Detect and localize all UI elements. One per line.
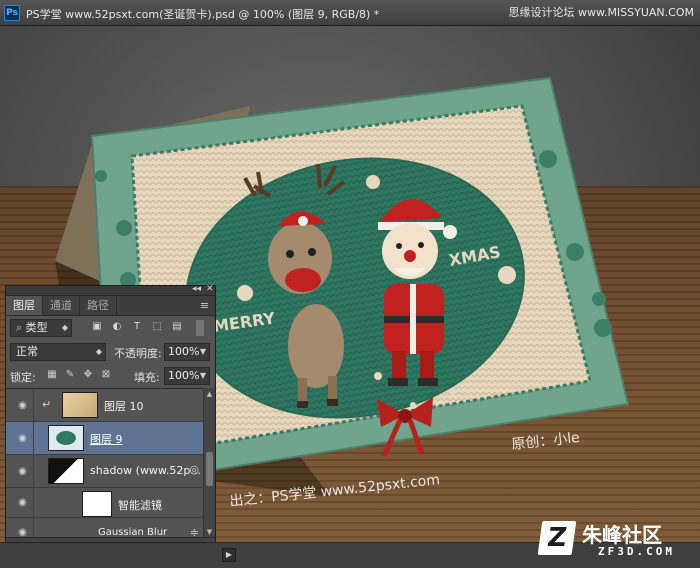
fill-input[interactable]: 100% ▼ [164,367,210,385]
scroll-up-icon[interactable]: ▲ [204,390,215,398]
blend-opacity-row: 正常 ◆ 不透明度: 100% ▼ [6,340,215,364]
opacity-label: 不透明度: [114,347,162,360]
document-title-bar: Ps PS学堂 www.52psxt.com(圣诞贺卡).psd @ 100% … [0,0,700,26]
layer-name: shadow (www.52p... [90,464,201,477]
filter-kind-label: 类型 [25,321,48,334]
fill-label: 填充: [134,371,160,384]
opacity-input[interactable]: 100% ▼ [164,343,210,361]
visibility-eye-icon[interactable]: ◉ [12,488,34,517]
gaussian-blur-row[interactable]: ◉ Gaussian Blur ≑ [6,518,205,538]
shape-filter-icon[interactable]: ⬚ [150,320,164,334]
author-watermark: 原创：小le [511,430,581,453]
filter-row: ⌕ 类型 ◆ ▣ ◐ T ⬚ ▤ [6,316,215,340]
tab-channels[interactable]: 通道 [43,296,80,315]
panel-header-bar: ◂◂ ✕ [6,284,215,296]
visibility-eye-icon[interactable]: ◉ [12,422,34,454]
layer-list: ◉ ↵ 图层 10 ◉ 图层 9 ◉ shadow (www.52p... ◎ … [6,388,205,538]
panel-menu-icon[interactable]: ≡ [200,299,209,312]
zf3d-brand-logo: Z 朱峰社区 ZF3D.COM [537,517,690,563]
tab-layers[interactable]: 图层 [6,296,43,315]
scroll-down-icon[interactable]: ▼ [204,528,215,536]
filter-mask-thumbnail [82,491,112,517]
zf-logo-icon: Z [537,521,577,555]
layers-panel: ◂◂ ✕ 图层 通道 路径 ≡ ⌕ 类型 ◆ ▣ ◐ T ⬚ ▤ 正常 ◆ 不透明度… [5,284,216,560]
photoshop-logo-icon: Ps [4,5,20,21]
lock-label: 锁定: [10,371,36,384]
smart-object-filter-icon[interactable]: ▤ [170,320,184,334]
lock-pixels-icon[interactable]: ✎ [64,369,76,381]
filter-toggle-switch[interactable] [196,320,204,336]
blend-mode-value: 正常 [16,345,38,358]
image-filter-icon[interactable]: ▣ [90,320,104,334]
document-tab-title[interactable]: PS学堂 www.52psxt.com(圣诞贺卡).psd @ 100% (图层… [26,6,379,22]
layer-thumbnail [62,392,98,418]
smart-filters-label: 智能滤镜 [118,499,162,512]
visibility-eye-icon[interactable]: ◉ [12,389,34,421]
layer-name: 图层 10 [104,400,144,413]
visibility-eye-icon[interactable]: ◉ [12,518,34,538]
lock-position-icon[interactable]: ✥ [82,369,94,381]
smart-filters-row[interactable]: ◉ 智能滤镜 [6,488,205,518]
tab-paths[interactable]: 路径 [80,296,117,315]
status-menu-arrow-icon[interactable]: ▶ [222,548,236,562]
fill-value: 100% [168,369,200,382]
clipping-mask-icon: ↵ [42,398,52,411]
close-panel-icon[interactable]: ✕ [206,284,214,294]
layer-thumbnail [48,458,84,484]
top-watermark: 思缘设计论坛 www.MISSYUAN.COM [508,6,694,19]
layer-row-10[interactable]: ◉ ↵ 图层 10 [6,389,205,422]
layer-name: 图层 9 [90,433,123,446]
scrollbar-thumb[interactable] [206,452,213,486]
adjustment-filter-icon[interactable]: ◐ [110,320,124,334]
lock-transparency-icon[interactable]: ▦ [46,369,58,381]
layer-row-9[interactable]: ◉ 图层 9 [6,422,205,455]
panel-tabs: 图层 通道 路径 ≡ [6,296,215,316]
visibility-eye-icon[interactable]: ◉ [12,455,34,487]
layer-thumbnail [48,425,84,451]
brand-name-cn: 朱峰社区 [582,523,662,547]
filter-kind-select[interactable]: ⌕ 类型 ◆ [10,319,72,337]
opacity-value: 100% [168,345,200,358]
brand-name-en: ZF3D.COM [598,545,675,558]
layer-list-scrollbar[interactable]: ▲ ▼ [203,388,215,538]
status-bar: ▶ Z 朱峰社区 ZF3D.COM [0,521,700,568]
smart-object-icon: ◎ [189,463,199,476]
layer-row-shadow[interactable]: ◉ shadow (www.52p... ◎ [6,455,205,488]
type-filter-icon[interactable]: T [130,320,144,334]
collapse-panel-icon[interactable]: ◂◂ [192,284,201,294]
lock-fill-row: 锁定: ▦ ✎ ✥ ⊠ 填充: 100% ▼ [6,364,215,388]
blend-mode-select[interactable]: 正常 ◆ [10,343,106,361]
lock-all-icon[interactable]: ⊠ [100,369,112,381]
